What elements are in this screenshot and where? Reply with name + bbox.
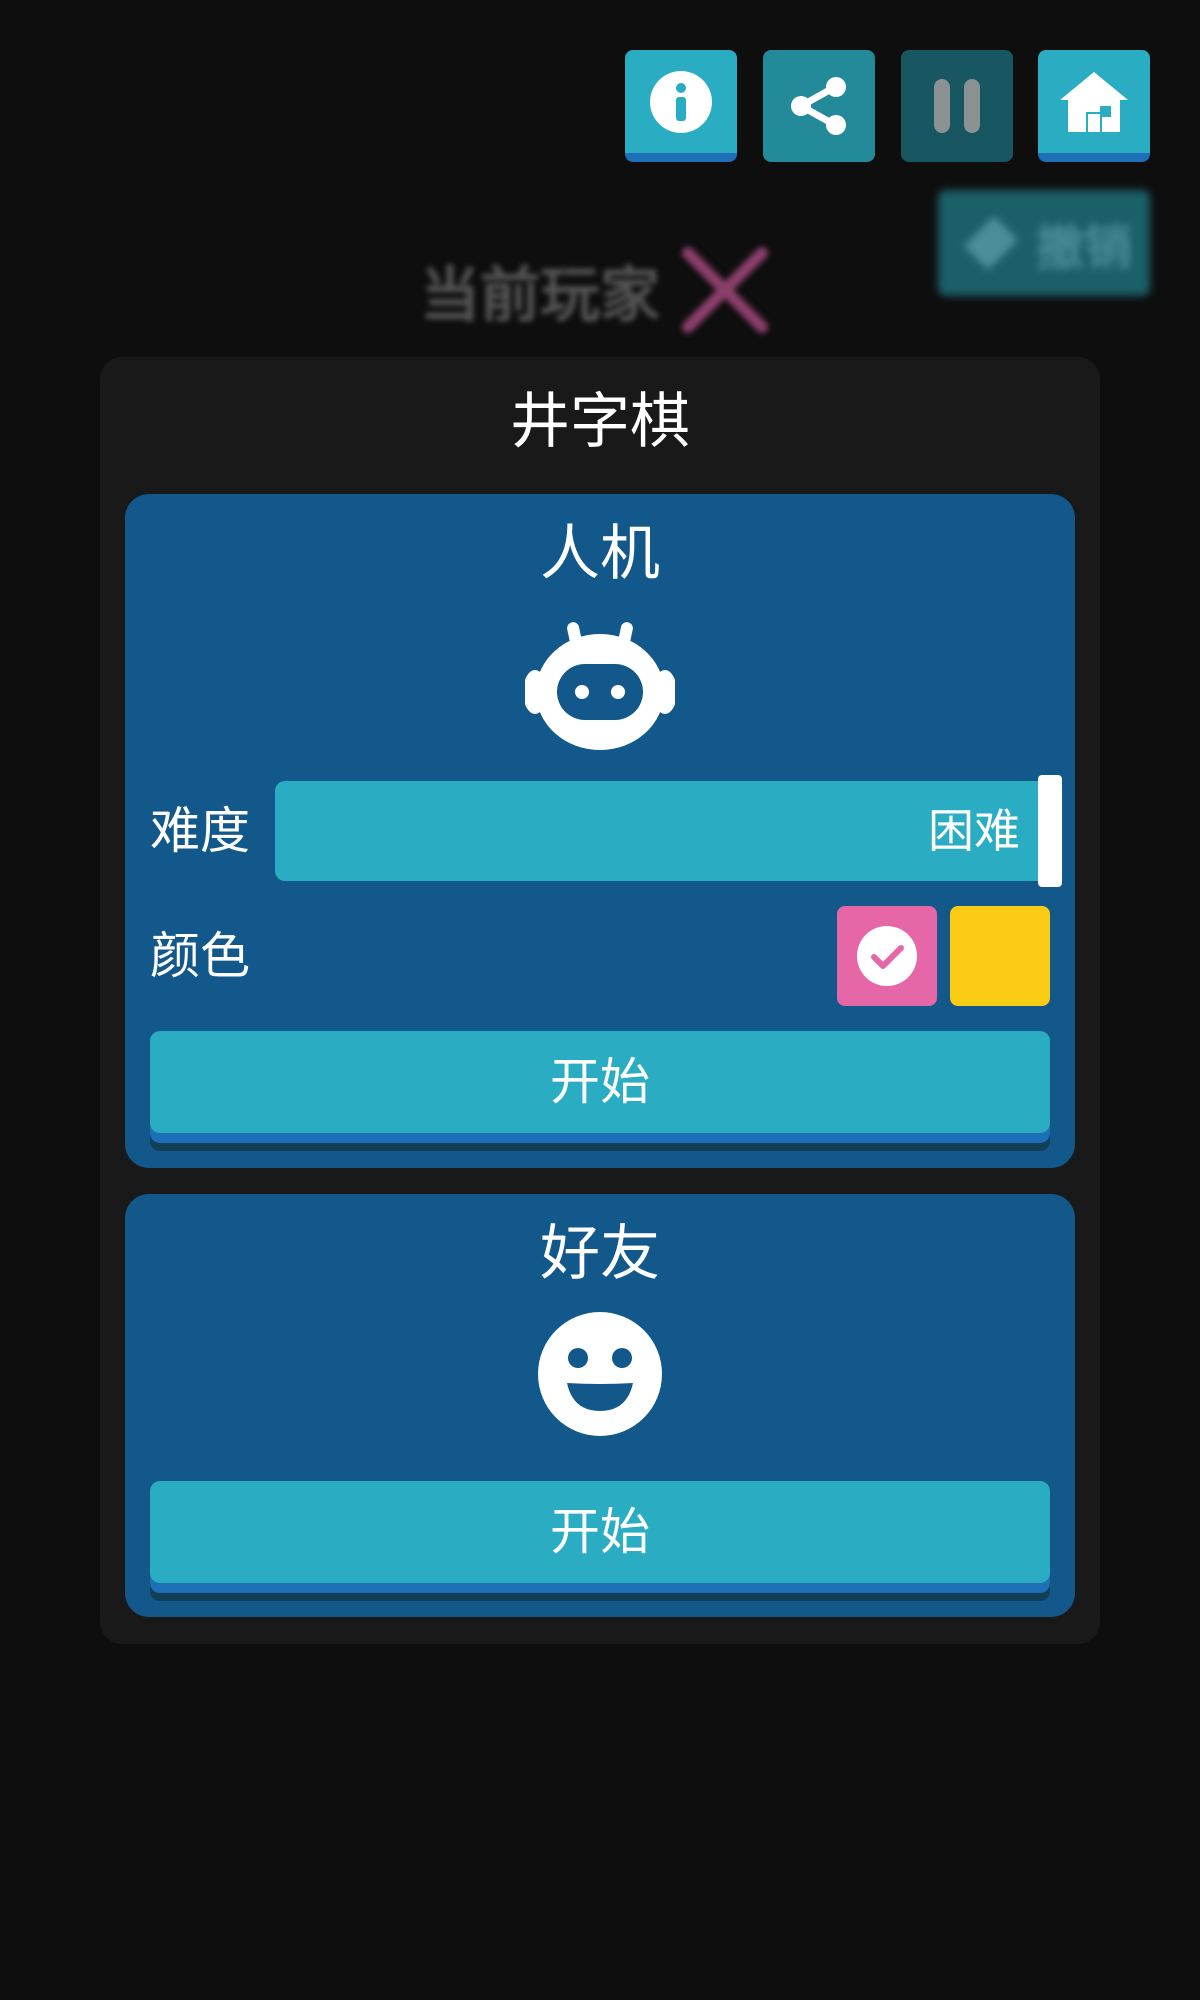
difficulty-value: 困难 xyxy=(928,804,1020,858)
pause-button[interactable] xyxy=(901,50,1013,162)
pause-icon xyxy=(934,79,980,133)
vs-friend-card: 好友 开始 xyxy=(125,1194,1075,1617)
info-icon xyxy=(650,70,712,133)
game-screen: 撤销 当前玩家 井字棋 人机 难度 困难 颜色 开始 好友 开始 xyxy=(0,0,1200,2000)
info-button[interactable] xyxy=(625,50,737,162)
vs-friend-title: 好友 xyxy=(540,1219,660,1289)
ticket-icon xyxy=(963,216,1018,270)
color-label: 颜色 xyxy=(150,927,250,985)
slider-handle[interactable] xyxy=(1038,775,1062,887)
vs-friend-start-button[interactable]: 开始 xyxy=(150,1481,1050,1583)
vs-ai-title: 人机 xyxy=(540,519,660,589)
share-button[interactable] xyxy=(763,50,875,162)
x-mark-icon xyxy=(682,247,768,333)
vs-ai-start-button[interactable]: 开始 xyxy=(150,1031,1050,1133)
robot-icon xyxy=(525,622,675,750)
smiley-icon xyxy=(538,1312,662,1436)
home-button[interactable] xyxy=(1038,50,1150,162)
undo-button[interactable]: 撤销 xyxy=(938,190,1150,296)
vs-ai-card: 人机 难度 困难 颜色 开始 xyxy=(125,494,1075,1168)
check-icon xyxy=(857,926,917,986)
share-icon xyxy=(791,77,846,135)
undo-label: 撤销 xyxy=(1035,220,1132,276)
game-mode-dialog: 井字棋 人机 难度 困难 颜色 开始 好友 开始 xyxy=(100,357,1100,1644)
current-player-indicator: 当前玩家 xyxy=(420,240,770,340)
difficulty-label: 难度 xyxy=(150,802,250,860)
current-player-label: 当前玩家 xyxy=(420,260,660,331)
color-swatch-yellow[interactable] xyxy=(950,906,1050,1006)
color-swatch-pink[interactable] xyxy=(837,906,937,1006)
dialog-title: 井字棋 xyxy=(510,387,690,457)
home-icon xyxy=(1060,71,1128,132)
difficulty-slider[interactable]: 困难 xyxy=(275,775,1062,887)
